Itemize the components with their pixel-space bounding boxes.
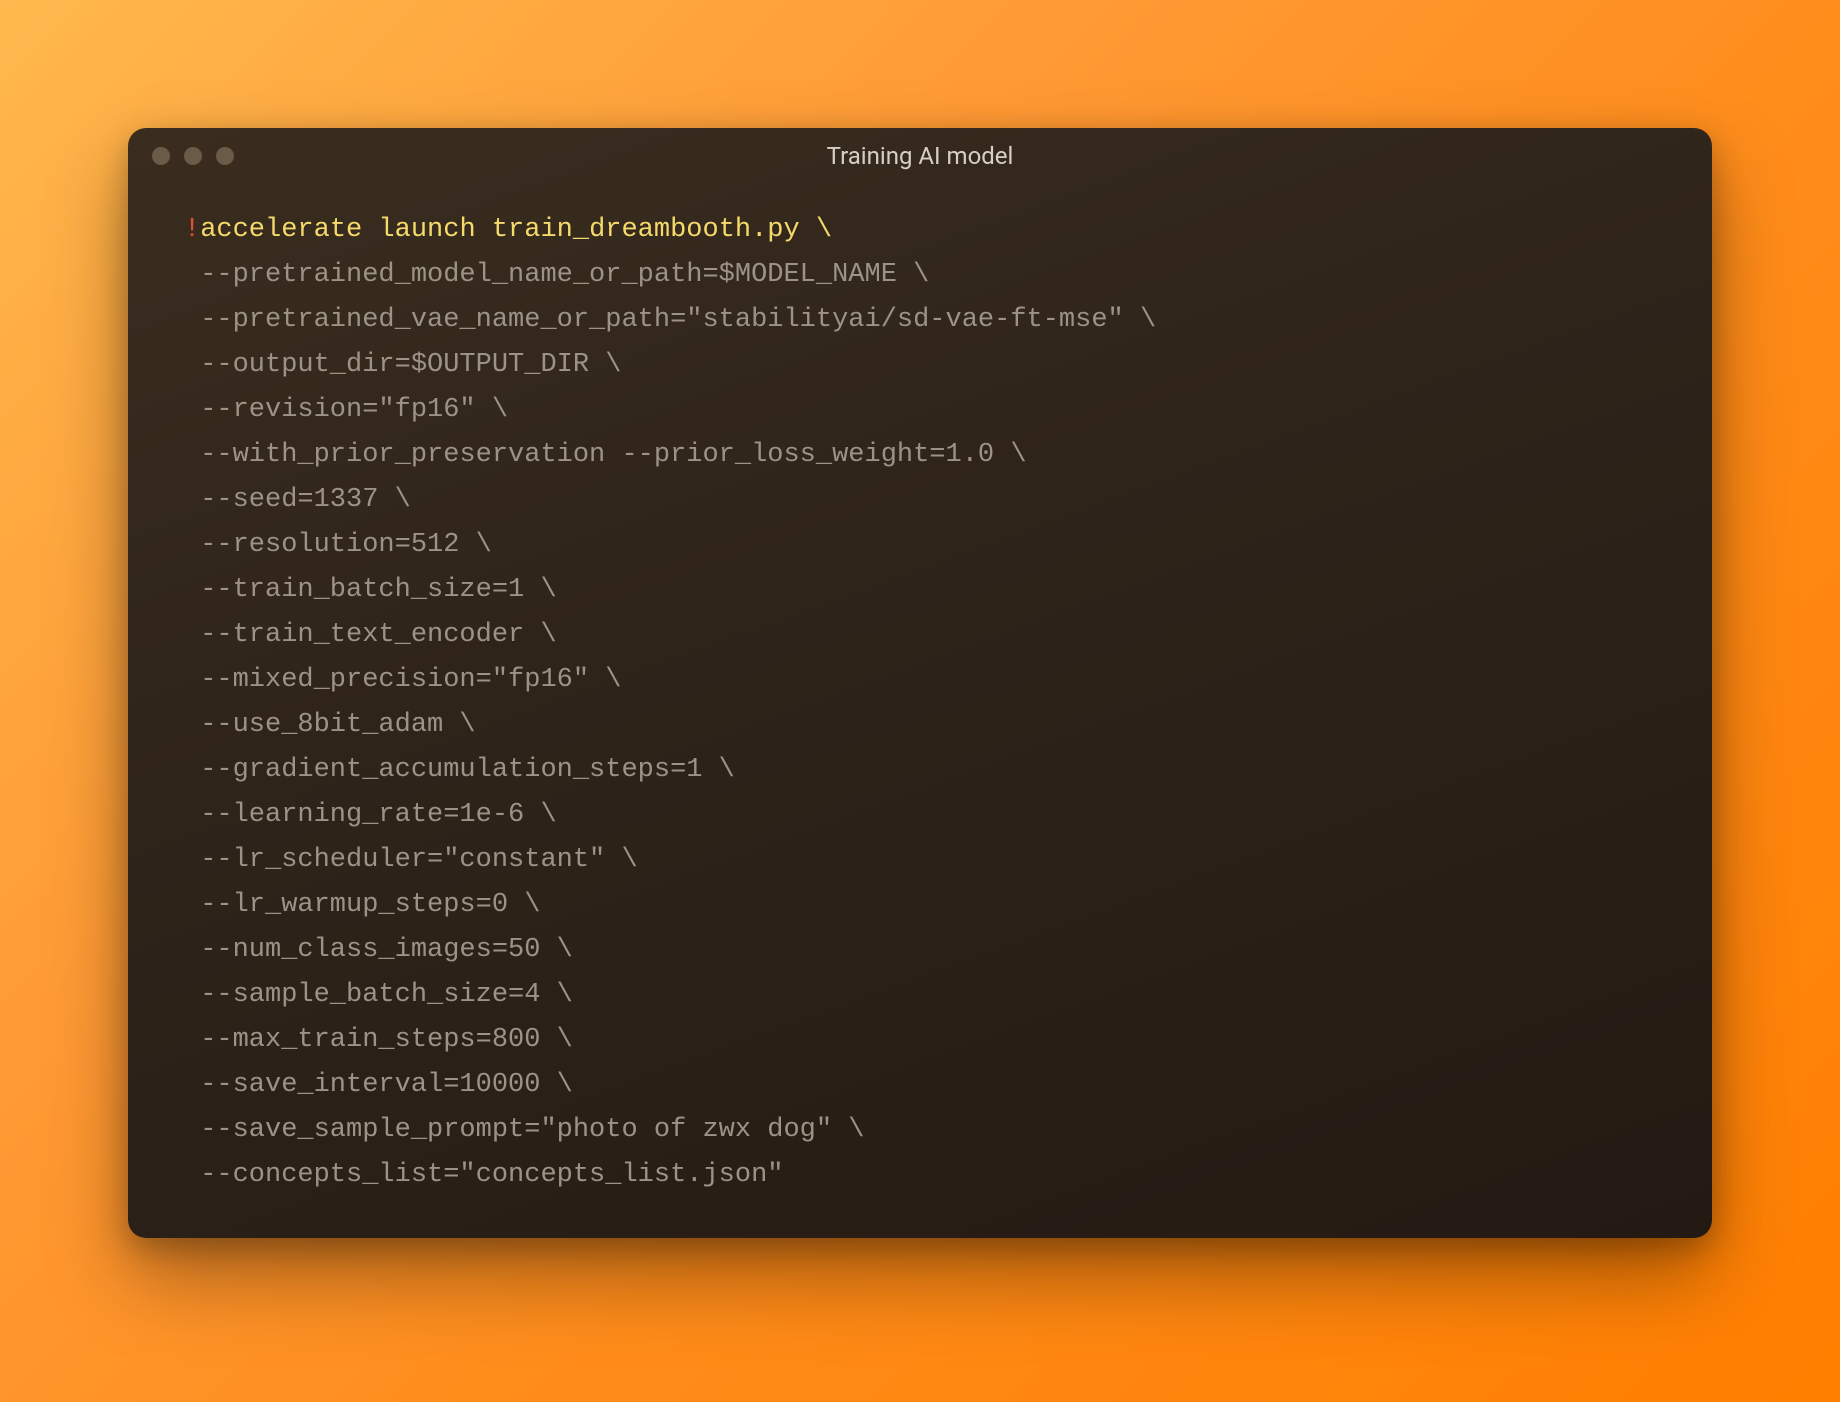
indent xyxy=(184,703,200,748)
command-argument: --use_8bit_adam \ xyxy=(200,710,475,740)
code-block[interactable]: !accelerate launch train_dreambooth.py \… xyxy=(128,184,1712,1198)
code-line: --num_class_images=50 \ xyxy=(184,928,1656,973)
indent xyxy=(184,478,200,523)
indent xyxy=(184,568,200,613)
code-line: --save_sample_prompt="photo of zwx dog" … xyxy=(184,1108,1656,1153)
minimize-icon[interactable] xyxy=(184,147,202,165)
code-line: --learning_rate=1e-6 \ xyxy=(184,793,1656,838)
indent xyxy=(184,658,200,703)
code-line: --sample_batch_size=4 \ xyxy=(184,973,1656,1018)
code-line: --with_prior_preservation --prior_loss_w… xyxy=(184,433,1656,478)
code-line: --concepts_list="concepts_list.json" xyxy=(184,1153,1656,1198)
code-line: --train_text_encoder \ xyxy=(184,613,1656,658)
traffic-lights xyxy=(152,147,234,165)
command-argument: --save_sample_prompt="photo of zwx dog" … xyxy=(200,1115,864,1145)
code-line: --use_8bit_adam \ xyxy=(184,703,1656,748)
command-argument: --gradient_accumulation_steps=1 \ xyxy=(200,755,735,785)
indent xyxy=(184,1108,200,1153)
terminal-window: Training AI model !accelerate launch tra… xyxy=(128,128,1712,1238)
indent xyxy=(184,433,200,478)
command-argument: --seed=1337 \ xyxy=(200,485,411,515)
line-continuation: \ xyxy=(800,215,832,245)
command-argument: --revision="fp16" \ xyxy=(200,395,508,425)
indent xyxy=(184,793,200,838)
indent xyxy=(184,973,200,1018)
command-argument: --pretrained_model_name_or_path=$MODEL_N… xyxy=(200,260,929,290)
indent xyxy=(184,253,200,298)
indent xyxy=(184,523,200,568)
command-argument: --lr_scheduler="constant" \ xyxy=(200,845,637,875)
indent xyxy=(184,298,200,343)
indent xyxy=(184,343,200,388)
command-text: accelerate launch train_dreambooth.py xyxy=(200,215,800,245)
indent xyxy=(184,883,200,928)
code-line: --max_train_steps=800 \ xyxy=(184,1018,1656,1063)
indent xyxy=(184,838,200,883)
command-argument: --train_batch_size=1 \ xyxy=(200,575,556,605)
indent xyxy=(184,928,200,973)
command-argument: --lr_warmup_steps=0 \ xyxy=(200,890,540,920)
code-line: --gradient_accumulation_steps=1 \ xyxy=(184,748,1656,793)
code-line: --save_interval=10000 \ xyxy=(184,1063,1656,1108)
command-argument: --learning_rate=1e-6 \ xyxy=(200,800,556,830)
command-argument: --mixed_precision="fp16" \ xyxy=(200,665,621,695)
command-argument: --with_prior_preservation --prior_loss_w… xyxy=(200,440,1026,470)
command-argument: --num_class_images=50 \ xyxy=(200,935,573,965)
maximize-icon[interactable] xyxy=(216,147,234,165)
command-argument: --train_text_encoder \ xyxy=(200,620,556,650)
code-line: !accelerate launch train_dreambooth.py \ xyxy=(184,208,1656,253)
indent xyxy=(184,748,200,793)
close-icon[interactable] xyxy=(152,147,170,165)
code-line: --resolution=512 \ xyxy=(184,523,1656,568)
indent xyxy=(184,1153,200,1198)
command-argument: --sample_batch_size=4 \ xyxy=(200,980,573,1010)
code-line: --revision="fp16" \ xyxy=(184,388,1656,433)
titlebar: Training AI model xyxy=(128,128,1712,184)
window-title: Training AI model xyxy=(128,142,1712,170)
code-line: --train_batch_size=1 \ xyxy=(184,568,1656,613)
command-argument: --concepts_list="concepts_list.json" xyxy=(200,1160,783,1190)
code-line: --lr_scheduler="constant" \ xyxy=(184,838,1656,883)
indent xyxy=(184,1018,200,1063)
code-line: --mixed_precision="fp16" \ xyxy=(184,658,1656,703)
code-line: --pretrained_vae_name_or_path="stability… xyxy=(184,298,1656,343)
code-line: --seed=1337 \ xyxy=(184,478,1656,523)
bang-operator: ! xyxy=(184,215,200,245)
command-argument: --save_interval=10000 \ xyxy=(200,1070,573,1100)
indent xyxy=(184,388,200,433)
indent xyxy=(184,613,200,658)
indent xyxy=(184,1063,200,1108)
command-argument: --resolution=512 \ xyxy=(200,530,492,560)
code-line: --pretrained_model_name_or_path=$MODEL_N… xyxy=(184,253,1656,298)
command-argument: --output_dir=$OUTPUT_DIR \ xyxy=(200,350,621,380)
code-line: --output_dir=$OUTPUT_DIR \ xyxy=(184,343,1656,388)
code-line: --lr_warmup_steps=0 \ xyxy=(184,883,1656,928)
command-argument: --pretrained_vae_name_or_path="stability… xyxy=(200,305,1156,335)
command-argument: --max_train_steps=800 \ xyxy=(200,1025,573,1055)
